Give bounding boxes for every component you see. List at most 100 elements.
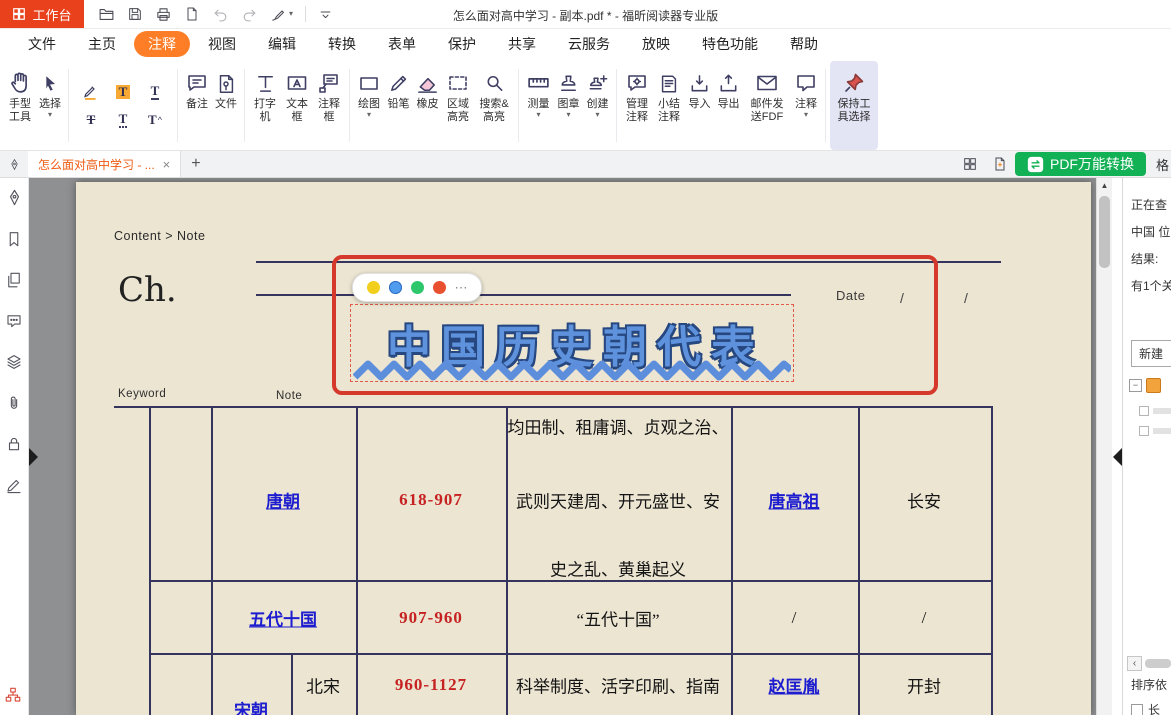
filter-checkbox[interactable] xyxy=(1131,704,1143,715)
doc-title-textbox[interactable]: 中国历史朝代表 xyxy=(350,304,794,382)
page-preview-icon[interactable] xyxy=(184,6,200,22)
bookmark-icon[interactable] xyxy=(5,230,23,248)
color-dot-green[interactable] xyxy=(411,281,424,294)
menu-item-convert[interactable]: 转换 xyxy=(314,31,370,57)
menu-item-cloud[interactable]: 云服务 xyxy=(554,31,624,57)
tree-collapse-icon[interactable]: − xyxy=(1129,379,1142,392)
print-icon[interactable] xyxy=(155,6,172,23)
left-panel-expand-handle[interactable] xyxy=(29,448,38,466)
paperclip-icon[interactable] xyxy=(5,394,23,412)
result-list-item[interactable] xyxy=(1139,426,1171,436)
undo-icon[interactable] xyxy=(212,6,229,23)
menu-item-comment[interactable]: 注释 xyxy=(134,31,190,57)
area-highlight-button[interactable]: 区域高亮 xyxy=(442,61,474,150)
scroll-left-button[interactable]: ‹ xyxy=(1127,656,1142,671)
menu-item-help[interactable]: 帮助 xyxy=(776,31,832,57)
customize-toolbar-icon[interactable] xyxy=(318,7,333,22)
color-dot-red[interactable] xyxy=(433,281,446,294)
highlight-pen-button[interactable] xyxy=(77,80,105,104)
results-tree-item[interactable]: − xyxy=(1129,378,1161,393)
search-highlight-button[interactable]: 搜索&高亮 xyxy=(474,61,514,150)
menu-item-play[interactable]: 放映 xyxy=(628,31,684,57)
sub-dynasty-cell: 北宋 xyxy=(306,673,340,698)
dynasty-link[interactable]: 五代十国 xyxy=(249,606,317,631)
textbox-label: 文本框 xyxy=(284,98,310,124)
more-colors-button[interactable]: ⋯ xyxy=(455,281,468,294)
new-tab-button[interactable]: + xyxy=(181,155,210,173)
select-tool-button[interactable]: 选择 ▾ xyxy=(36,61,64,150)
typewriter-button[interactable]: 打字机 xyxy=(249,61,281,150)
pdf-convert-button[interactable]: PDF万能转换 xyxy=(1015,152,1146,176)
menu-item-home[interactable]: 主页 xyxy=(74,31,130,57)
dynasty-link[interactable]: 宋朝 xyxy=(234,697,268,715)
pen-nib-icon[interactable] xyxy=(0,158,28,171)
pencil-button[interactable]: 铅笔 xyxy=(384,61,413,150)
attach-file-button[interactable]: 文件 xyxy=(212,61,240,150)
filter-checkbox-row[interactable]: 长 xyxy=(1131,701,1160,715)
lock-icon[interactable] xyxy=(5,435,23,453)
color-dot-yellow[interactable] xyxy=(367,281,380,294)
menu-item-form[interactable]: 表单 xyxy=(374,31,430,57)
layers-icon[interactable] xyxy=(5,353,23,371)
redo-icon[interactable] xyxy=(241,6,258,23)
menu-item-view[interactable]: 视图 xyxy=(194,31,250,57)
measure-button[interactable]: 测量 ▾ xyxy=(523,61,554,150)
right-panel-expand-handle[interactable] xyxy=(1113,448,1122,466)
text-highlight-button[interactable]: T xyxy=(109,80,137,104)
table-line-vertical xyxy=(858,406,860,715)
founder-link[interactable]: 赵匡胤 xyxy=(769,673,820,698)
founder-link[interactable]: 唐高祖 xyxy=(769,488,820,513)
textbox-button[interactable]: 文本框 xyxy=(281,61,313,150)
stamp-button[interactable]: 图章 ▾ xyxy=(554,61,583,150)
menu-item-share[interactable]: 共享 xyxy=(494,31,550,57)
create-stamp-button[interactable]: 创建 ▾ xyxy=(583,61,612,150)
text-insert-button[interactable]: T^ xyxy=(141,108,169,132)
save-icon[interactable] xyxy=(127,6,143,22)
menu-item-edit[interactable]: 编辑 xyxy=(254,31,310,57)
signature-pen-icon[interactable] xyxy=(5,476,23,494)
menu-item-features[interactable]: 特色功能 xyxy=(688,31,772,57)
envelope-icon xyxy=(755,67,779,95)
manage-comments-button[interactable]: 管理注释 xyxy=(621,61,653,150)
result-list-item[interactable] xyxy=(1139,406,1171,416)
comment-panel-icon[interactable] xyxy=(5,312,23,330)
workspace-button[interactable]: 工作台 xyxy=(0,0,84,28)
open-file-icon[interactable] xyxy=(98,6,115,23)
document-tab[interactable]: 怎么面对高中学习 - ... × xyxy=(28,151,181,177)
grid-view-icon[interactable] xyxy=(955,156,985,172)
export-comments-button[interactable]: 导出 xyxy=(714,61,743,150)
scroll-up-button[interactable]: ▲ xyxy=(1097,178,1112,193)
scrollbar-thumb[interactable] xyxy=(1099,196,1110,268)
close-icon[interactable]: × xyxy=(163,157,171,172)
color-dot-blue[interactable] xyxy=(389,281,402,294)
summarize-comments-button[interactable]: 小结注释 xyxy=(653,61,685,150)
eraser-button[interactable]: 橡皮 xyxy=(413,61,442,150)
text-squiggly-button[interactable]: T xyxy=(109,108,137,132)
email-fdf-button[interactable]: 邮件发送FDF xyxy=(743,61,791,150)
draw-shapes-button[interactable]: 绘图 ▾ xyxy=(354,61,384,150)
pages-icon[interactable] xyxy=(5,271,23,289)
text-strikeout-button[interactable]: T xyxy=(77,108,105,132)
callout-button[interactable]: 注释框 xyxy=(313,61,345,150)
panel-horizontal-scrollbar[interactable]: ‹ xyxy=(1127,656,1171,671)
result-checkbox[interactable] xyxy=(1139,406,1149,416)
quick-sign-icon[interactable]: ▾ xyxy=(270,6,293,23)
annotation-nib-icon[interactable] xyxy=(5,188,24,207)
hand-tool-button[interactable]: 手型工具 xyxy=(4,61,36,150)
text-underline-button[interactable]: T xyxy=(141,80,169,104)
structure-tree-icon[interactable] xyxy=(4,686,22,709)
hscrollbar-thumb[interactable] xyxy=(1145,659,1171,668)
menu-item-file[interactable]: 文件 xyxy=(14,31,70,57)
keep-tool-selected-button[interactable]: 保持工具选择 xyxy=(830,61,878,150)
note-button[interactable]: 备注 xyxy=(182,61,212,150)
new-button[interactable]: 新建 xyxy=(1131,340,1171,367)
comments-dropdown-button[interactable]: 注释 ▾ xyxy=(791,61,821,150)
menu-item-protect[interactable]: 保护 xyxy=(434,31,490,57)
dynasty-link[interactable]: 唐朝 xyxy=(266,488,300,513)
session-doc-icon[interactable] xyxy=(985,156,1015,172)
import-comments-button[interactable]: 导入 xyxy=(685,61,714,150)
email-fdf-label: 邮件发送FDF xyxy=(746,98,788,124)
vertical-scrollbar[interactable]: ▲ xyxy=(1096,178,1112,715)
result-checkbox[interactable] xyxy=(1139,426,1149,436)
import-icon xyxy=(688,67,711,95)
